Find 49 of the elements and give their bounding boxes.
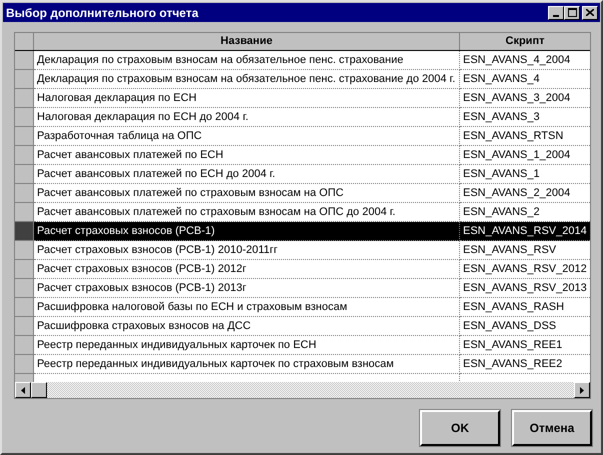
table-cell[interactable]: Расчет авансовых платежей по страховым взносам на ОПС до 2004 г. [34, 203, 460, 222]
maximize-button[interactable] [564, 6, 580, 20]
table-cell[interactable]: Расчет авансовых платежей по ЕСН до 2004 г. [34, 165, 460, 184]
table-cell[interactable]: ESN_AVANS_RSV_2014 [460, 222, 590, 241]
table-cell[interactable]: Реестр переданных индивидуальных карточек по страховым взносам [34, 355, 460, 374]
table-cell[interactable]: ESN_AVANS_1_2004 [460, 146, 590, 165]
scroll-left-button[interactable] [15, 382, 31, 398]
table-cell[interactable]: Расчет страховых взносов (РСВ-1) 2010-2011гг [34, 241, 460, 260]
table-cell[interactable]: Декларация по страховым взносам на обязательное пенс. страхование до 2004 г. [34, 70, 460, 89]
close-button[interactable] [582, 6, 598, 20]
minimize-button[interactable] [548, 6, 564, 20]
table-cell[interactable]: Реестр переданных индивидуальных карточек по ЕСН [34, 336, 460, 355]
ok-button[interactable]: OK [420, 410, 500, 446]
table-cell[interactable]: Расшифровка страховых взносов на ДСС [34, 317, 460, 336]
table-cell[interactable]: ESN_AVANS_RSV_2012 [460, 260, 590, 279]
maximize-icon [568, 8, 576, 17]
left-arrow-icon [21, 386, 25, 394]
table-cell[interactable]: ESN_AVANS_RTSN [460, 127, 590, 146]
table-cell[interactable]: ESN_AVANS_REE1 [460, 336, 590, 355]
window-title: Выбор дополнительного отчета [6, 6, 198, 18]
close-icon [586, 9, 594, 16]
scroll-thumb[interactable] [31, 382, 47, 398]
minimize-icon [553, 14, 559, 16]
table-cell[interactable]: ESN_AVANS_2 [460, 203, 590, 222]
table-cell[interactable]: Расшифровка налоговой базы по ЕСН и страховым взносам [34, 298, 460, 317]
table-cell[interactable]: Разработочная таблица на ОПС [34, 127, 460, 146]
table-cell[interactable]: ESN_AVANS_RSV_2013 [460, 279, 590, 298]
table-cell[interactable]: Налоговая декларация по ЕСН до 2004 г. [34, 108, 460, 127]
table-cell[interactable]: Расчет страховых взносов (РСВ-1) 2013г [34, 279, 460, 298]
table-cell[interactable]: Налоговая декларация по ЕСН [34, 89, 460, 108]
cancel-button[interactable]: Отмена [512, 410, 592, 446]
table-cell[interactable]: Расчет авансовых платежей по страховым взносам на ОПС [34, 184, 460, 203]
table-cell[interactable]: ESN_AVANS_4_2004 [460, 51, 590, 70]
table-cell[interactable]: Расчет авансовых платежей по ЕСН [34, 146, 460, 165]
table-cell[interactable]: Декларация по страховым взносам на обязательное пенс. страхование [34, 51, 460, 70]
table-cell[interactable]: ESN_AVANS_3_2004 [460, 89, 590, 108]
table-cell[interactable]: ESN_AVANS_REE2 [460, 355, 590, 374]
table-cell[interactable]: Расчет страховых взносов (РСВ-1) [34, 222, 460, 241]
table-cell[interactable]: ESN_AVANS_4 [460, 70, 590, 89]
horizontal-scrollbar[interactable] [15, 382, 590, 398]
scroll-right-button[interactable] [574, 382, 590, 398]
table-cell[interactable]: ESN_AVANS_RSV [460, 241, 590, 260]
right-arrow-icon [580, 386, 584, 394]
table-cell[interactable]: ESN_AVANS_3 [460, 108, 590, 127]
table-cell[interactable]: ESN_AVANS_2_2004 [460, 184, 590, 203]
table-cell[interactable]: ESN_AVANS_RASH [460, 298, 590, 317]
table-cell[interactable]: ESN_AVANS_1 [460, 165, 590, 184]
table-cell[interactable]: ESN_AVANS_DSS [460, 317, 590, 336]
table-cell[interactable]: Расчет страховых взносов (РСВ-1) 2012г [34, 260, 460, 279]
